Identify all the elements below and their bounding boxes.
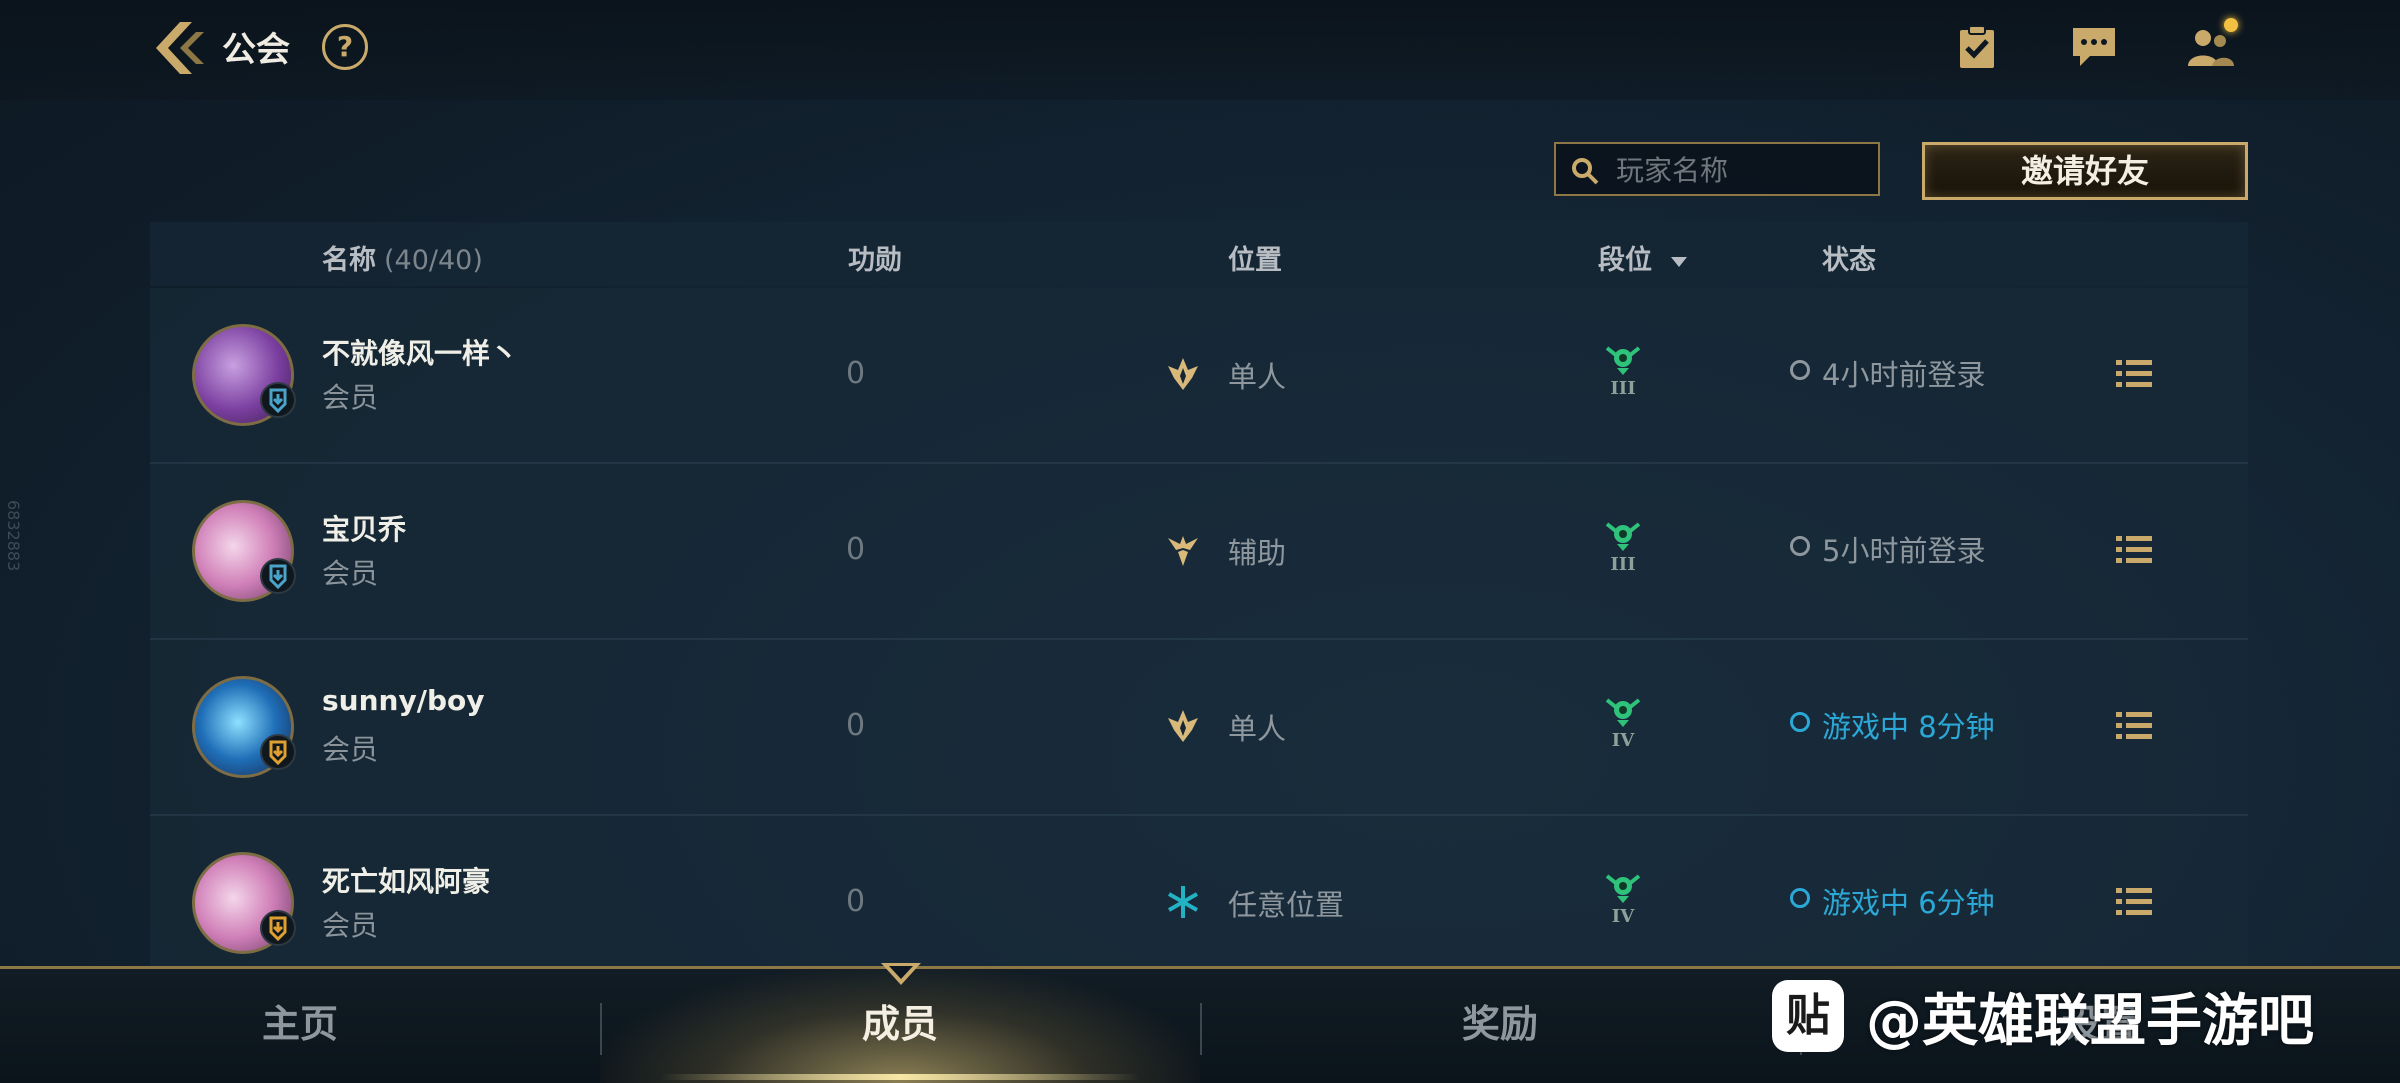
column-rank-sort[interactable]: 段位 — [1598, 238, 1688, 277]
tab-home[interactable]: 主页 — [0, 969, 600, 1083]
rank-emblem-icon — [1605, 522, 1641, 551]
tab-rewards[interactable]: 奖励 — [1200, 969, 1800, 1083]
back-button[interactable] — [150, 18, 206, 78]
column-name: 名称 (40/40) — [322, 238, 483, 277]
back-arrow-icon — [156, 22, 204, 74]
sort-caret-down-icon — [1671, 256, 1688, 267]
page-title: 公会 — [222, 30, 290, 70]
status-dot — [1790, 888, 1810, 908]
column-status: 状态 — [1822, 245, 1876, 276]
search-icon — [1572, 158, 1599, 185]
help-button[interactable]: ? — [322, 24, 368, 70]
tieba-logo-text: 贴 — [1786, 990, 1830, 1041]
column-rank-label: 段位 — [1598, 245, 1652, 276]
member-role: 会员 — [322, 557, 379, 590]
rank-tier: III — [1610, 554, 1636, 575]
tieba-logo-icon: 贴 — [1772, 980, 1844, 1052]
invite-friends-button[interactable]: 邀请好友 — [1922, 142, 2248, 200]
member-role: 会员 — [322, 909, 379, 942]
search-input[interactable] — [1614, 150, 1868, 190]
solo-lane-icon — [1168, 710, 1198, 742]
member-status: 5小时前登录 — [1822, 534, 1986, 568]
member-badge-icon — [260, 734, 296, 770]
friends-button[interactable] — [2186, 18, 2238, 70]
member-menu-icon[interactable] — [2114, 354, 2154, 394]
status-dot — [1790, 712, 1810, 732]
rank-emblem-icon — [1605, 698, 1641, 727]
active-tab-glow — [660, 1074, 1140, 1080]
status-dot — [1790, 360, 1810, 380]
watermark: 贴 @英雄联盟手游吧 — [1772, 978, 2314, 1054]
member-position: 任意位置 — [1228, 888, 1345, 922]
tab-members[interactable]: 成员 — [600, 969, 1200, 1083]
member-status: 4小时前登录 — [1822, 358, 1986, 392]
rank-tier: IV — [1611, 730, 1635, 751]
member-badge-icon — [260, 910, 296, 946]
member-row[interactable]: 宝贝乔 会员 0 辅助 III 5小时前登录 — [150, 464, 2248, 640]
member-merit: 0 — [846, 708, 866, 743]
column-position: 位置 — [1228, 245, 1282, 276]
member-role: 会员 — [322, 733, 379, 766]
rank-emblem-icon — [1605, 874, 1641, 903]
member-name: 宝贝乔 — [322, 513, 407, 546]
member-merit: 0 — [846, 532, 866, 567]
status-dot — [1790, 536, 1810, 556]
member-merit: 0 — [846, 884, 866, 919]
watermark-text: @英雄联盟手游吧 — [1866, 988, 2314, 1054]
column-merit: 功勋 — [848, 245, 902, 276]
member-menu-icon[interactable] — [2114, 882, 2154, 922]
rank-tier: IV — [1611, 906, 1635, 927]
member-name: 不就像风一样丶 — [322, 337, 519, 370]
chat-icon — [2073, 28, 2115, 66]
rank-tier: III — [1610, 378, 1636, 399]
member-name: 死亡如风阿豪 — [322, 865, 491, 898]
chat-button[interactable] — [2070, 24, 2120, 70]
column-name-label: 名称 — [322, 245, 376, 276]
active-tab-caret-icon — [881, 963, 921, 985]
member-count: (40/40) — [384, 245, 483, 276]
player-search[interactable] — [1554, 142, 1880, 196]
member-row[interactable]: 不就像风一样丶 会员 0 单人 III 4小时前登录 — [150, 288, 2248, 464]
member-position: 辅助 — [1228, 536, 1287, 570]
member-row[interactable]: 死亡如风阿豪 会员 0 任意位置 IV 游戏中 6分钟 — [150, 816, 2248, 968]
member-position: 单人 — [1228, 712, 1287, 746]
member-position: 单人 — [1228, 360, 1287, 394]
member-role: 会员 — [322, 381, 379, 414]
notification-dot — [2224, 18, 2238, 32]
member-status: 游戏中 8分钟 — [1822, 710, 1995, 744]
fill-position-icon — [1168, 886, 1198, 918]
member-name: sunny/boy — [322, 684, 485, 717]
member-badge-icon — [260, 558, 296, 594]
member-status: 游戏中 6分钟 — [1822, 886, 1995, 920]
member-merit: 0 — [846, 356, 866, 391]
member-table-header: 名称 (40/40) 功勋 位置 段位 状态 — [150, 222, 2248, 286]
side-id-text: 6832883 — [4, 500, 23, 572]
member-row[interactable]: sunny/boy 会员 0 单人 IV 游戏中 8分钟 — [150, 640, 2248, 816]
solo-lane-icon — [1168, 358, 1198, 390]
missions-button[interactable] — [1954, 24, 2004, 70]
clipboard-check-icon — [1960, 25, 1994, 68]
support-icon — [1168, 536, 1198, 566]
rank-emblem-icon — [1605, 346, 1641, 375]
member-badge-icon — [260, 382, 296, 418]
member-list: 不就像风一样丶 会员 0 单人 III 4小时前登录 宝贝乔 会员 0 辅助 I… — [150, 288, 2248, 968]
member-menu-icon[interactable] — [2114, 706, 2154, 746]
member-menu-icon[interactable] — [2114, 530, 2154, 570]
